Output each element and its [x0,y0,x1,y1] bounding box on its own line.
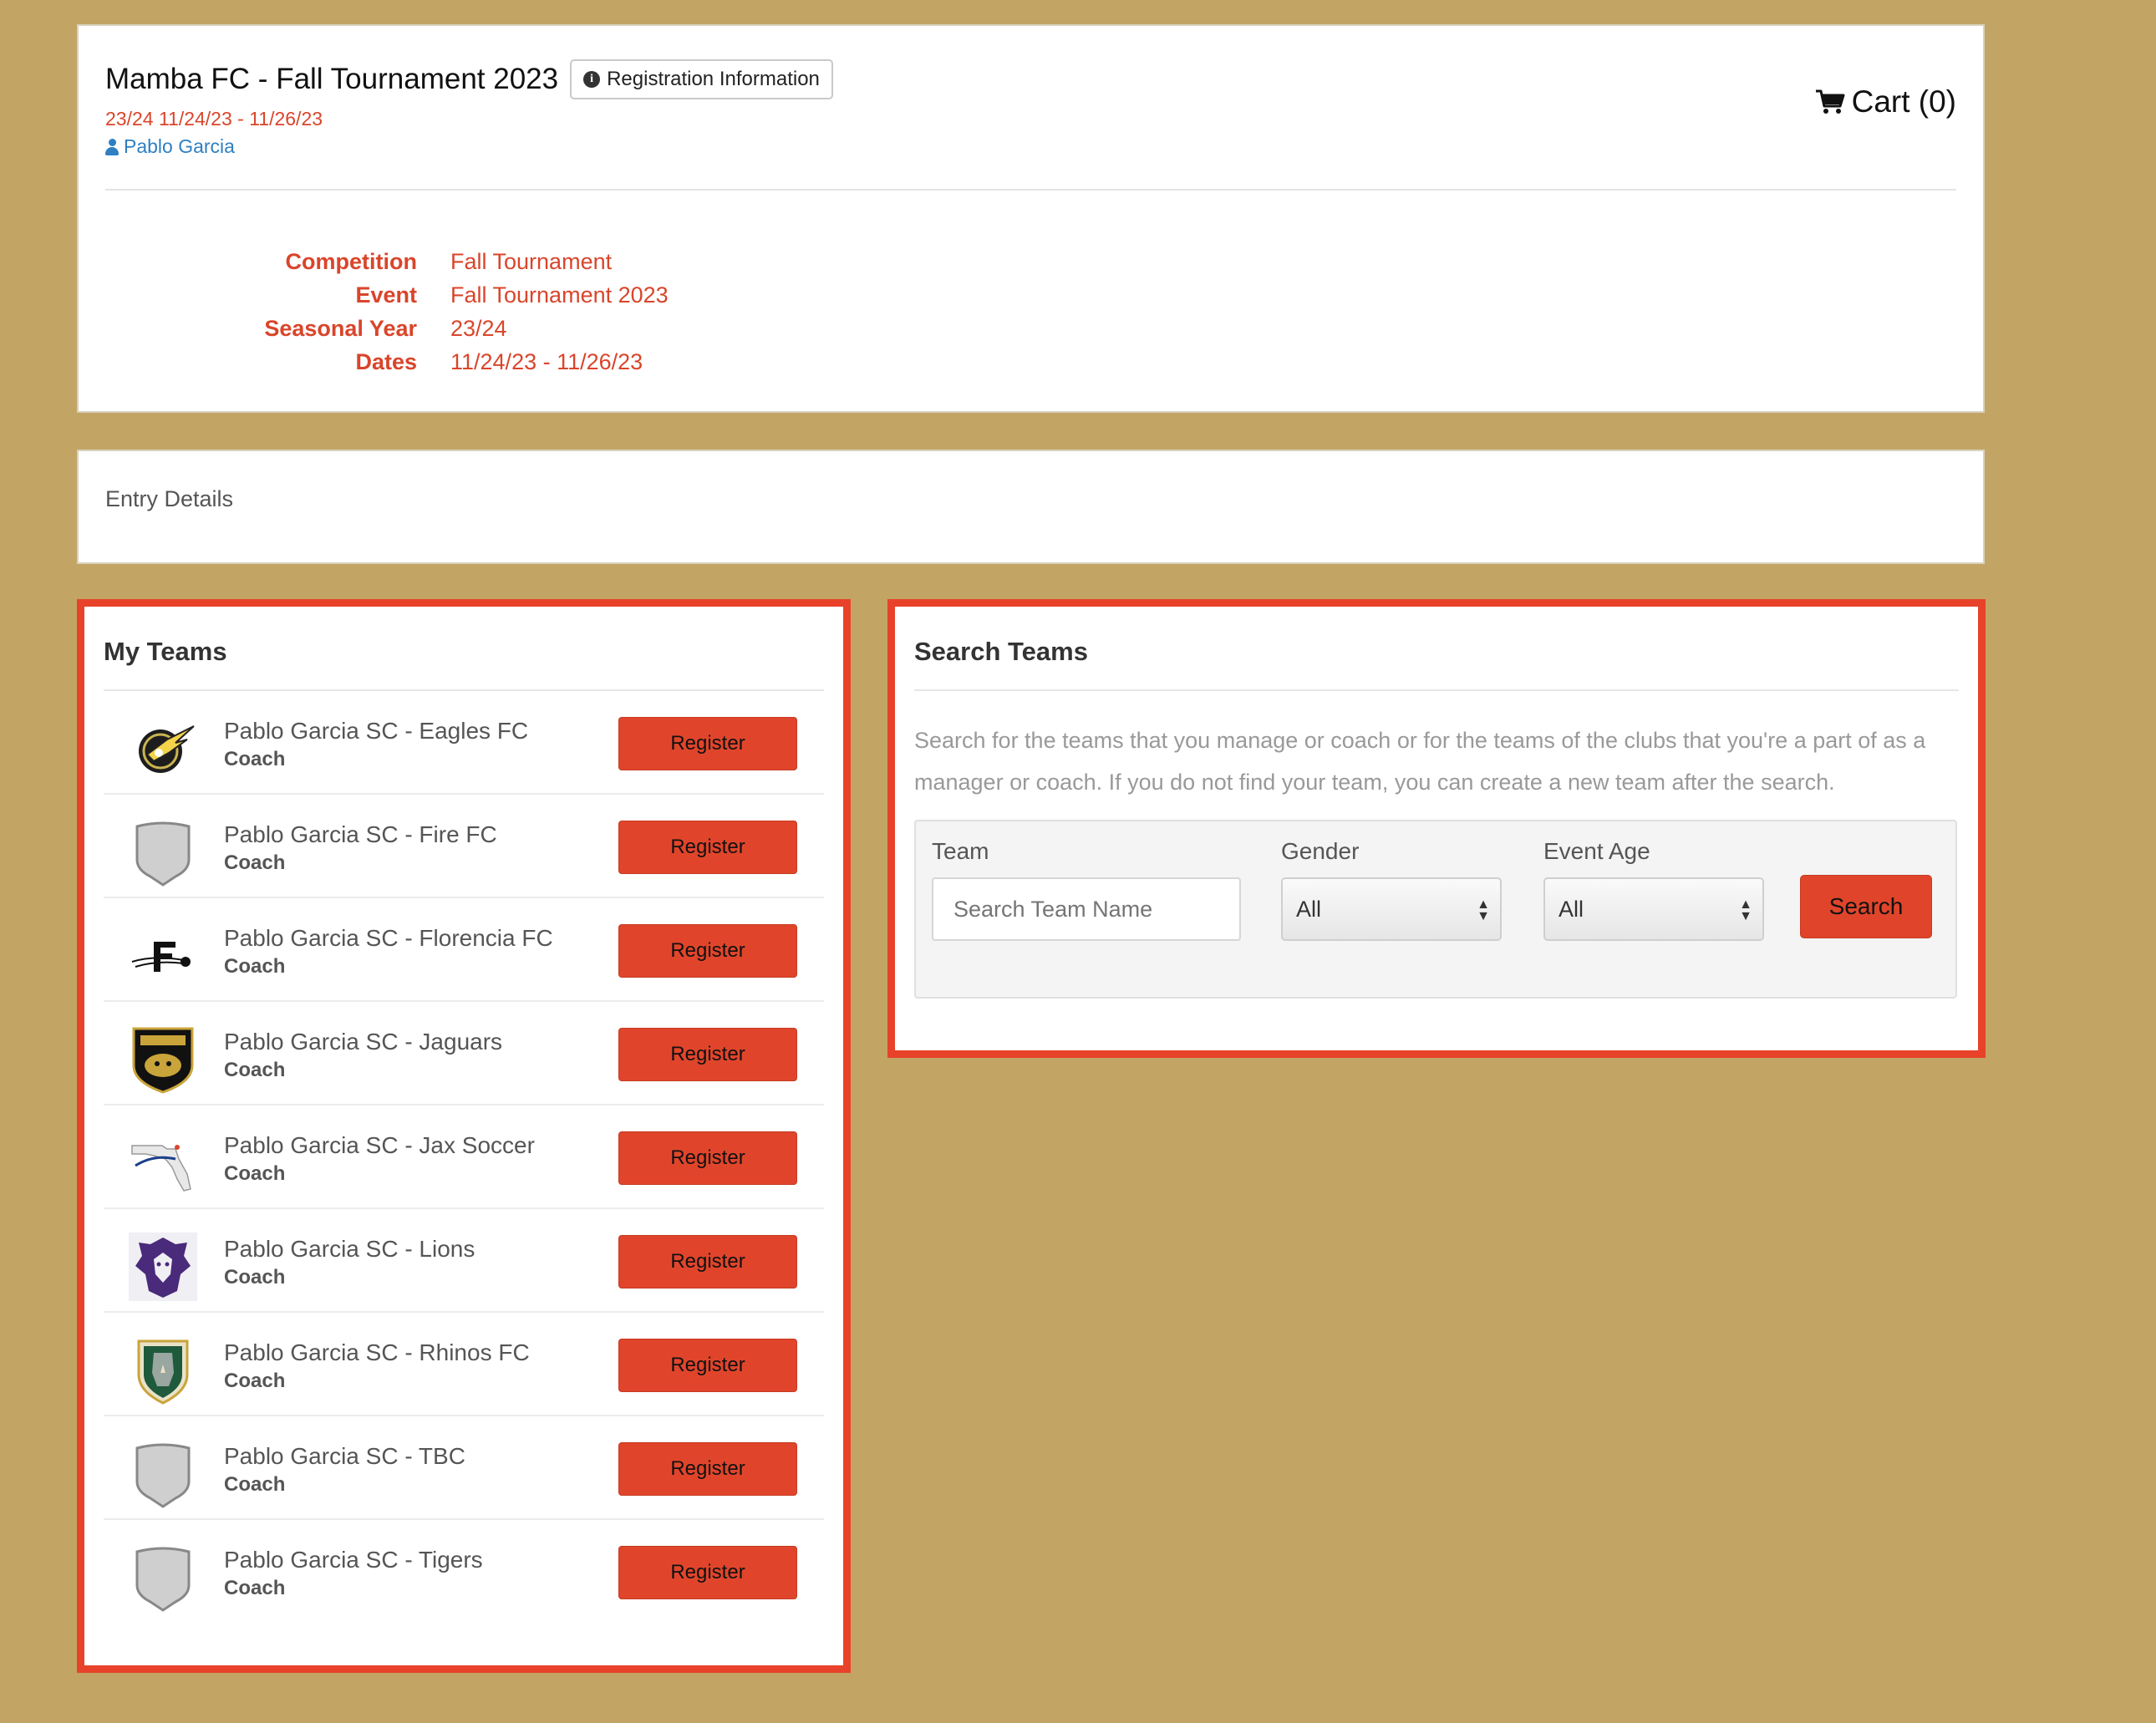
gender-select[interactable]: All ▲ ▼ [1281,877,1502,941]
team-name: Pablo Garcia SC - Jax Soccer [224,1132,535,1158]
team-row: Pablo Garcia SC - TBC Coach Register [104,1416,824,1520]
team-row: Pablo Garcia SC - Jax Soccer Coach Regis… [104,1105,824,1209]
team-name: Pablo Garcia SC - Rhinos FC [224,1339,530,1365]
team-row: Pablo Garcia SC - Tigers Coach Register [104,1520,824,1624]
shield-icon [135,821,191,887]
team-role: Coach [224,1577,286,1599]
team-role: Coach [224,851,286,874]
event-season-dates: 23/24 11/24/23 - 11/26/23 [105,108,323,130]
gender-field-label: Gender [1281,838,1360,864]
florencia-logo-icon [131,942,191,972]
search-teams-panel: Search Teams Search for the teams that y… [887,599,1986,1058]
team-role: Coach [224,1162,286,1185]
team-name: Pablo Garcia SC - Eagles FC [224,718,529,744]
detail-value: 11/24/23 - 11/26/23 [450,348,643,374]
team-name: Pablo Garcia SC - Jaguars [224,1029,503,1055]
register-button[interactable]: Register [618,924,797,978]
team-list: Pablo Garcia SC - Eagles FC Coach Regist… [104,691,824,1624]
team-row: Pablo Garcia SC - Lions Coach Register [104,1209,824,1313]
info-icon: i [583,71,601,88]
event-age-field-label: Event Age [1543,838,1650,864]
team-role: Coach [224,955,286,978]
team-role: Coach [224,1059,286,1081]
detail-label: Competition [285,248,417,274]
detail-value: Fall Tournament 2023 [450,282,669,307]
shopping-cart-icon [1815,89,1845,114]
search-description: Search for the teams that you manage or … [914,728,1926,795]
detail-value: Fall Tournament [450,248,613,274]
register-button[interactable]: Register [618,1028,797,1081]
user-icon [105,138,119,155]
team-name: Pablo Garcia SC - Tigers [224,1547,483,1573]
detail-row-event: Event Fall Tournament 2023 [105,278,669,312]
cart-link[interactable]: Cart (0) [1815,84,1956,119]
page-title: Mamba FC - Fall Tournament 2023 [105,63,559,95]
registration-information-button[interactable]: i Registration Information [570,59,833,99]
register-button[interactable]: Register [618,1339,797,1392]
detail-row-competition: Competition Fall Tournament [105,245,669,278]
register-button[interactable]: Register [618,1546,797,1599]
event-details: Competition Fall Tournament Event Fall T… [105,245,669,379]
select-arrows-icon: ▲ ▼ [1739,897,1752,923]
team-role: Coach [224,1370,286,1392]
eagle-logo-icon [139,725,195,773]
detail-label: Dates [355,348,417,374]
register-button[interactable]: Register [618,717,797,770]
team-role: Coach [224,1266,286,1288]
team-name: Pablo Garcia SC - TBC [224,1443,465,1469]
event-age-select-value: All [1559,896,1584,922]
team-field-label: Team [932,838,989,864]
register-button[interactable]: Register [618,1131,797,1185]
detail-row-seasonal-year: Seasonal Year 23/24 [105,312,669,345]
register-button[interactable]: Register [618,1442,797,1496]
event-age-select[interactable]: All ▲ ▼ [1543,877,1764,941]
team-row: Pablo Garcia SC - Eagles FC Coach Regist… [104,691,824,795]
shield-icon [135,1547,191,1612]
jaguars-logo-icon [132,1027,194,1094]
event-header-panel: Mamba FC - Fall Tournament 2023 i Regist… [77,24,1985,413]
select-arrows-icon: ▲ ▼ [1477,897,1490,923]
detail-label: Seasonal Year [264,315,417,341]
team-row: Pablo Garcia SC - Rhinos FC Coach Regist… [104,1313,824,1416]
registration-information-label: Registration Information [607,68,820,90]
register-button[interactable]: Register [618,821,797,874]
user-name: Pablo Garcia [124,135,235,157]
my-teams-heading: My Teams [104,637,227,666]
register-button[interactable]: Register [618,1235,797,1288]
jacksonville-map-logo-icon [131,1145,191,1192]
entry-details-panel: Entry Details [77,450,1985,564]
entry-details-title: Entry Details [105,486,234,511]
detail-label: Event [355,282,417,307]
team-role: Coach [224,748,286,770]
team-role: Coach [224,1473,286,1496]
title-row: Mamba FC - Fall Tournament 2023 i Regist… [105,59,833,99]
team-row: Pablo Garcia SC - Fire FC Coach Register [104,795,824,898]
shield-icon [135,1443,191,1508]
search-teams-divider [914,689,1959,691]
cart-label: Cart (0) [1851,84,1956,119]
gender-select-value: All [1296,896,1322,922]
team-name: Pablo Garcia SC - Florencia FC [224,925,553,951]
detail-value: 23/24 [450,315,507,341]
team-row: Pablo Garcia SC - Jaguars Coach Register [104,1002,824,1105]
team-row: Pablo Garcia SC - Florencia FC Coach Reg… [104,898,824,1002]
my-teams-panel: My Teams Pablo Garcia SC - Eagles FC Coa… [77,599,851,1673]
team-search-input[interactable] [932,877,1241,941]
rhino-logo-icon [137,1339,189,1405]
search-form: Team Gender All ▲▼ Event Age All ▲▼ Sear… [914,820,1957,999]
team-name: Pablo Garcia SC - Lions [224,1236,475,1262]
user-link[interactable]: Pablo Garcia [105,135,235,158]
search-teams-heading: Search Teams [914,637,1088,666]
search-button[interactable]: Search [1800,875,1932,938]
team-name: Pablo Garcia SC - Fire FC [224,821,497,847]
header-divider [105,189,1956,191]
lion-logo-icon [129,1233,197,1301]
detail-row-dates: Dates 11/24/23 - 11/26/23 [105,345,669,379]
